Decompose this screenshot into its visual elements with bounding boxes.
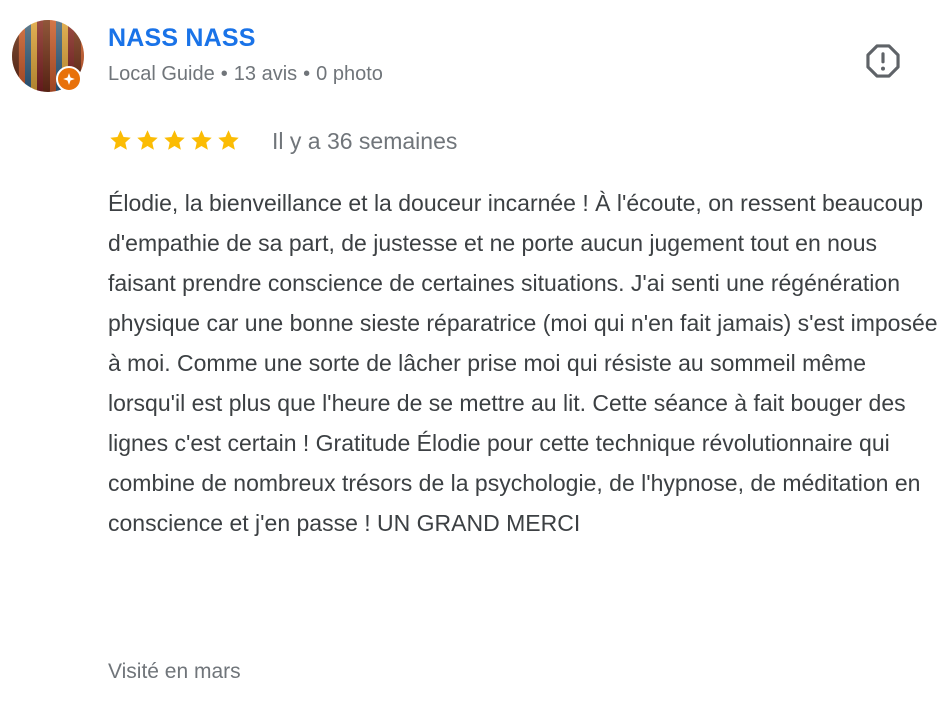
meta-separator: • xyxy=(303,63,311,85)
star-icon xyxy=(164,130,185,150)
reviewer-role: Local Guide xyxy=(108,63,215,85)
star-icon xyxy=(218,130,239,150)
report-review-button[interactable] xyxy=(862,40,904,82)
star-icon xyxy=(137,130,158,150)
review-text: Élodie, la bienveillance et la douceur i… xyxy=(108,190,938,536)
reviewer-meta: Local Guide • 13 avis • 0 photo xyxy=(108,63,383,86)
review-date: Il y a 36 semaines xyxy=(272,128,458,154)
reviewer-name-link[interactable]: NASS NASS xyxy=(108,24,256,53)
visit-info: Visité en mars xyxy=(108,660,241,683)
star-icon xyxy=(191,130,212,150)
reviewer-photo-count: 0 photo xyxy=(316,63,383,85)
star-rating xyxy=(108,128,241,153)
local-guide-badge-icon xyxy=(56,66,82,92)
reviewer-review-count: 13 avis xyxy=(233,63,298,85)
meta-separator: • xyxy=(220,63,228,85)
star-icon xyxy=(110,130,131,150)
report-flag-icon xyxy=(866,44,900,78)
